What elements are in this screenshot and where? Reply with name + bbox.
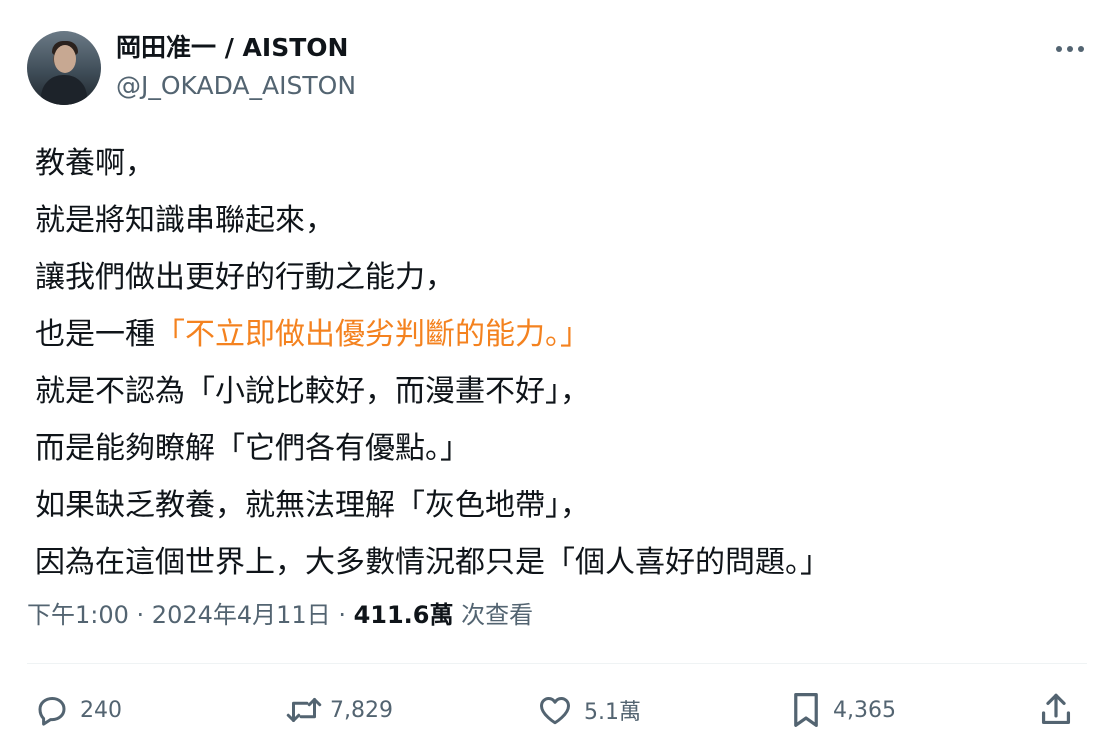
reply-button[interactable]: 240 xyxy=(34,688,122,732)
highlighted-quote: 「不立即做出優劣判斷的能力。」 xyxy=(155,317,590,352)
views-count: 411.6萬 xyxy=(353,601,454,629)
author-handle[interactable]: @J_OKADA_AISTON xyxy=(116,70,356,102)
bookmark-count: 4,365 xyxy=(833,697,896,723)
share-icon xyxy=(1038,691,1074,729)
divider xyxy=(27,663,1087,664)
bookmark-icon xyxy=(789,691,823,729)
tweet-text: 教養啊， 就是將知識串聯起來， 讓我們做出更好的行動之能力， 也是一種「不立即做… xyxy=(35,135,1075,591)
share-button[interactable] xyxy=(1038,688,1074,732)
tweet-line: 而是能夠瞭解「它們各有優點。」 xyxy=(35,431,470,466)
reply-count: 240 xyxy=(80,697,122,723)
tweet-line: 就是將知識串聯起來， xyxy=(35,203,335,238)
tweet-line: 如果缺乏教養，就無法理解「灰色地帶」， xyxy=(35,488,590,523)
avatar[interactable] xyxy=(27,31,101,105)
author-display-name[interactable]: 岡田准一 / AISTON xyxy=(116,32,348,64)
retweet-button[interactable]: 7,829 xyxy=(284,688,393,732)
more-options-icon[interactable] xyxy=(1050,34,1090,64)
heart-icon xyxy=(536,692,574,728)
like-count: 5.1萬 xyxy=(584,700,641,725)
tweet-line: 教養啊， xyxy=(35,146,155,181)
retweet-icon xyxy=(284,692,324,728)
tweet-meta: 下午1:00 · 2024年4月11日 · 411.6萬 次查看 xyxy=(27,601,534,629)
views-label: 次查看 xyxy=(453,601,534,629)
tweet-line: 讓我們做出更好的行動之能力， xyxy=(35,260,455,295)
tweet-time[interactable]: 下午1:00 xyxy=(27,601,129,629)
like-button[interactable]: 5.1萬 xyxy=(536,688,641,732)
reply-icon xyxy=(34,692,70,728)
retweet-count: 7,829 xyxy=(330,697,393,723)
tweet-line: 也是一種「不立即做出優劣判斷的能力。」 xyxy=(35,317,590,352)
bookmark-button[interactable]: 4,365 xyxy=(789,688,896,732)
tweet-line: 因為在這個世界上，大多數情況都只是「個人喜好的問題。」 xyxy=(35,545,830,580)
tweet-date[interactable]: 2024年4月11日 xyxy=(152,601,331,629)
tweet-line: 就是不認為「小說比較好，而漫畫不好」， xyxy=(35,374,590,409)
